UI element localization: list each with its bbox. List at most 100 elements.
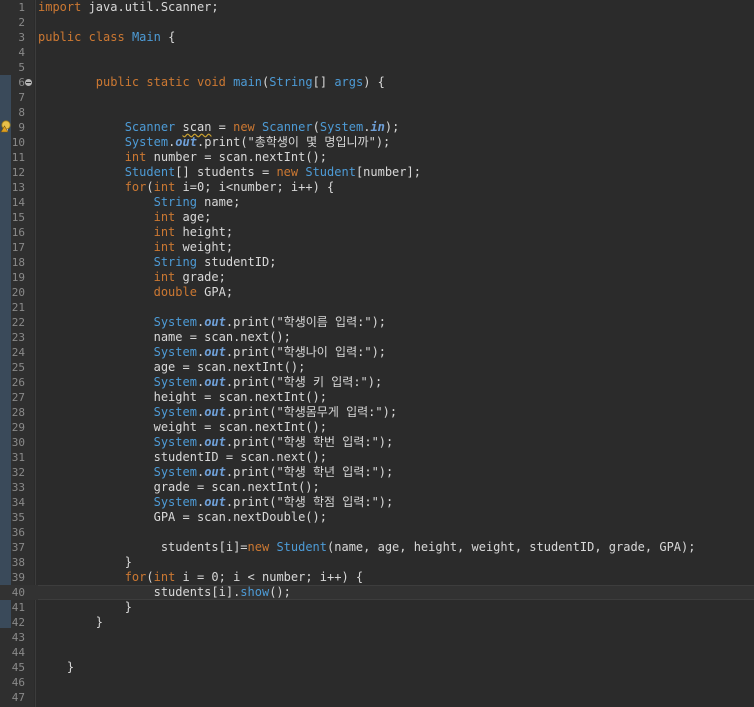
token-kw: void (196, 75, 226, 89)
code-text: Student[] students = new Student[number]… (38, 165, 754, 180)
code-line[interactable]: 12 Student[] students = new Student[numb… (0, 165, 754, 180)
line-number: 10 (11, 136, 25, 149)
code-line[interactable]: 43 (0, 630, 754, 645)
token-kw: static (146, 75, 190, 89)
code-text: height = scan.nextInt(); (38, 390, 754, 405)
code-line[interactable]: 22 System.out.print("학생이름 입력:"); (0, 315, 754, 330)
code-line[interactable]: 37 students[i]=new Student(name, age, he… (0, 540, 754, 555)
code-editor[interactable]: 1 import java.util.Scanner; 2 3 public class… (0, 0, 754, 707)
code-line[interactable]: 31 studentID = scan.next(); (0, 450, 754, 465)
line-number: 38 (11, 556, 25, 569)
code-line[interactable]: 29 weight = scan.nextInt(); (0, 420, 754, 435)
collapse-circle-icon[interactable] (25, 79, 32, 86)
token-plain: .print("학생몸무게 입력:"); (225, 405, 398, 419)
code-line[interactable]: 15 int age; (0, 210, 754, 225)
code-line[interactable]: 25 age = scan.nextInt(); (0, 360, 754, 375)
line-number: 46 (11, 676, 25, 689)
code-line[interactable]: 24 System.out.print("학생나이 입력:"); (0, 345, 754, 360)
code-line[interactable]: 10 System.out.print("총학생이 몇 명입니까"); (0, 135, 754, 150)
line-number: 40 (11, 586, 25, 599)
code-line[interactable]: 23 name = scan.next(); (0, 330, 754, 345)
code-line[interactable]: 20 double GPA; (0, 285, 754, 300)
code-line[interactable]: 32 System.out.print("학생 학년 입력:"); (0, 465, 754, 480)
code-line[interactable]: 18 String studentID; (0, 255, 754, 270)
token-plain: weight; (175, 240, 234, 254)
warning-lightbulb-icon[interactable] (0, 120, 12, 133)
code-line[interactable]: 44 (0, 645, 754, 660)
code-text: weight = scan.nextInt(); (38, 420, 754, 435)
code-line[interactable]: 21 (0, 300, 754, 315)
code-line[interactable]: 27 height = scan.nextInt(); (0, 390, 754, 405)
code-line[interactable]: 19 int grade; (0, 270, 754, 285)
code-line[interactable]: 38 } (0, 555, 754, 570)
code-line[interactable]: 28 System.out.print("학생몸무게 입력:"); (0, 405, 754, 420)
code-line[interactable]: 14 String name; (0, 195, 754, 210)
token-type: Scanner (124, 120, 176, 134)
token-type: System (319, 120, 364, 134)
code-text: GPA = scan.nextDouble(); (38, 510, 754, 525)
line-number: 12 (11, 166, 25, 179)
token-plain: .print("학생 키 입력:"); (225, 375, 383, 389)
token-type: main (233, 75, 263, 89)
code-line[interactable]: 13 for(int i=0; i<number; i++) { (0, 180, 754, 195)
code-line[interactable]: 35 GPA = scan.nextDouble(); (0, 510, 754, 525)
token-plain: } (38, 660, 75, 674)
code-line[interactable]: 26 System.out.print("학생 키 입력:"); (0, 375, 754, 390)
line-number: 31 (11, 451, 25, 464)
code-line[interactable]: 17 int weight; (0, 240, 754, 255)
code-line[interactable]: 3 public class Main { (0, 30, 754, 45)
code-line[interactable]: 33 grade = scan.nextInt(); (0, 480, 754, 495)
code-text: for(int i = 0; i < number; i++) { (38, 570, 754, 585)
token-type: String (153, 255, 197, 269)
code-line[interactable]: 42 } (0, 615, 754, 630)
code-text: age = scan.nextInt(); (38, 360, 754, 375)
code-line[interactable]: 1 import java.util.Scanner; (0, 0, 754, 15)
code-text: name = scan.next(); (38, 330, 754, 345)
code-line[interactable]: 47 (0, 690, 754, 705)
token-type: System (153, 405, 197, 419)
code-line[interactable]: 11 int number = scan.nextInt(); (0, 150, 754, 165)
code-text: System.out.print("학생나이 입력:"); (38, 345, 754, 360)
code-line[interactable]: 6 public static void main(String[] args)… (0, 75, 754, 90)
token-field: out (204, 435, 226, 449)
token-plain: ( (312, 120, 320, 134)
line-number: 14 (11, 196, 25, 209)
code-line[interactable]: 16 int height; (0, 225, 754, 240)
code-line[interactable]: 2 (0, 15, 754, 30)
code-line[interactable]: 30 System.out.print("학생 학번 입력:"); (0, 435, 754, 450)
code-line[interactable]: 34 System.out.print("학생 학점 입력:"); (0, 495, 754, 510)
code-line[interactable]: 8 (0, 105, 754, 120)
token-kw: double (153, 285, 197, 299)
code-line[interactable]: 46 (0, 675, 754, 690)
token-plain: i=0; i<number; i++) { (175, 180, 335, 194)
line-number: 37 (11, 541, 25, 554)
token-plain: ( (146, 570, 154, 584)
code-line[interactable]: 7 (0, 90, 754, 105)
token-plain: studentID = scan.next(); (38, 450, 327, 464)
code-line[interactable]: 4 (0, 45, 754, 60)
token-kw: for (124, 180, 147, 194)
code-text: } (38, 615, 754, 630)
code-lines[interactable]: 1 import java.util.Scanner; 2 3 public class… (0, 0, 754, 705)
code-line[interactable]: 40 students[i].show(); (0, 585, 754, 600)
line-number: 1 (18, 1, 25, 14)
line-number: 35 (11, 511, 25, 524)
code-line[interactable]: 41 } (0, 600, 754, 615)
code-text: public class Main { (38, 30, 754, 45)
line-number: 5 (18, 61, 25, 74)
token-kw: public (95, 75, 140, 89)
code-line[interactable]: 5 (0, 60, 754, 75)
code-line[interactable]: 36 (0, 525, 754, 540)
code-line[interactable]: 45 } (0, 660, 754, 675)
code-line[interactable]: 39 for(int i = 0; i < number; i++) { (0, 570, 754, 585)
code-line[interactable]: 9 Scanner scan = new Scanner(System.in); (0, 120, 754, 135)
code-text: Scanner scan = new Scanner(System.in); (38, 120, 754, 135)
token-kw: import (38, 0, 82, 14)
token-plain: height; (175, 225, 234, 239)
code-text: } (38, 660, 754, 675)
